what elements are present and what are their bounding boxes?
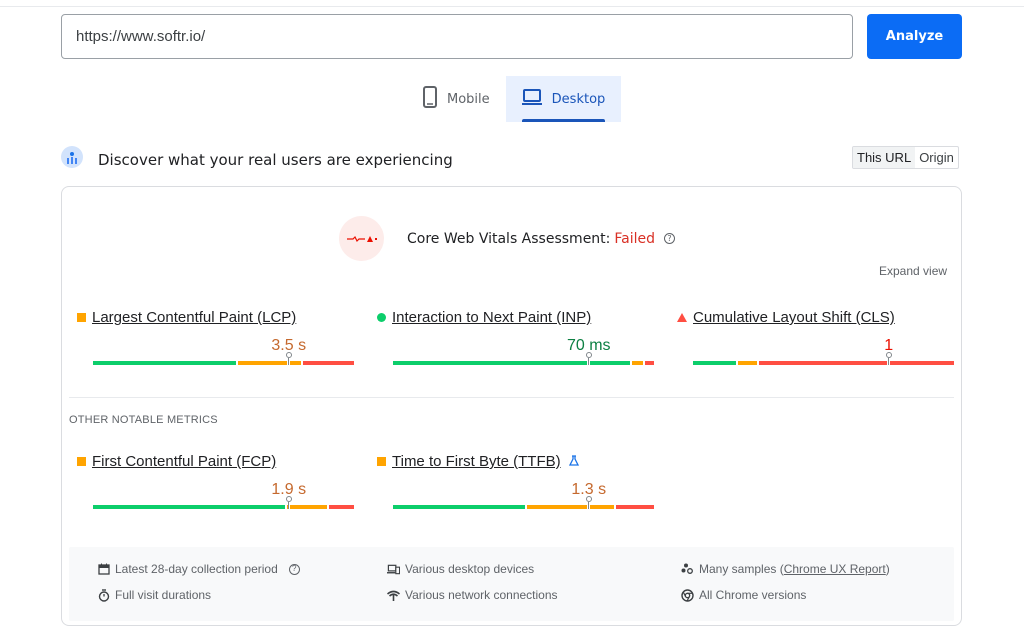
- distribution-segment-good: [693, 361, 736, 365]
- tab-mobile-label: Mobile: [447, 92, 490, 107]
- devices-icon: [387, 563, 400, 576]
- metric-ttfb-link[interactable]: Time to First Byte (TTFB): [392, 453, 561, 470]
- distribution-segment-poor: [329, 505, 354, 509]
- chrome-icon: [681, 589, 694, 602]
- samples-info: Many samples (Chrome UX Report): [681, 562, 890, 576]
- samples-text: Many samples (Chrome UX Report): [699, 562, 890, 576]
- metric-lcp-link[interactable]: Largest Contentful Paint (LCP): [92, 309, 296, 326]
- p75-marker: [286, 352, 292, 365]
- metric-cls: Cumulative Layout Shift (CLS) 1: [693, 309, 954, 326]
- smartphone-icon: [423, 86, 437, 112]
- experimental-flask-icon[interactable]: [569, 455, 579, 469]
- distribution-segment-good: [590, 361, 629, 365]
- help-icon[interactable]: ?: [289, 564, 300, 575]
- url-input[interactable]: [61, 14, 853, 59]
- samples-prefix: Many samples (: [699, 562, 784, 576]
- network-info: Various network connections: [387, 588, 558, 602]
- devices-info: Various desktop devices: [387, 562, 534, 576]
- distribution-segment-poor: [616, 505, 654, 509]
- needs-improvement-square-icon: [377, 457, 386, 466]
- good-circle-icon: [377, 313, 386, 322]
- metric-inp-distribution-bar: [393, 361, 654, 365]
- tab-desktop[interactable]: Desktop: [506, 76, 622, 122]
- chrome-ux-report-link[interactable]: Chrome UX Report: [784, 562, 886, 576]
- device-tabs: Mobile Desktop: [407, 76, 621, 122]
- stopwatch-icon: [97, 589, 110, 602]
- distribution-segment-good: [93, 361, 236, 365]
- metric-lcp-distribution-bar: [93, 361, 354, 365]
- tab-desktop-label: Desktop: [552, 92, 606, 107]
- metric-cls-link[interactable]: Cumulative Layout Shift (CLS): [693, 309, 895, 326]
- samples-suffix: ): [886, 562, 890, 576]
- distribution-segment-needs-improvement: [738, 361, 757, 365]
- devices-text: Various desktop devices: [405, 562, 534, 576]
- network-text: Various network connections: [405, 588, 558, 602]
- assessment-status: Failed: [614, 231, 655, 247]
- section-divider: [69, 397, 954, 398]
- scope-this-url[interactable]: This URL: [853, 147, 915, 168]
- data-info-footer: [69, 547, 954, 621]
- poor-triangle-icon: [677, 313, 687, 322]
- distribution-segment-needs-improvement: [290, 505, 327, 509]
- distribution-segment-needs-improvement: [290, 361, 301, 365]
- wifi-icon: [387, 589, 400, 602]
- field-data-title: Discover what your real users are experi…: [98, 151, 453, 169]
- assessment-title: Core Web Vitals Assessment:: [407, 231, 610, 247]
- chrome-versions-info: All Chrome versions: [681, 588, 806, 602]
- metric-fcp: First Contentful Paint (FCP) 1.9 s: [93, 453, 354, 470]
- distribution-segment-good: [93, 505, 285, 509]
- metric-cls-distribution-bar: [693, 361, 954, 365]
- calendar-icon: [97, 563, 110, 576]
- distribution-segment-poor: [890, 361, 954, 365]
- needs-improvement-square-icon: [77, 313, 86, 322]
- distribution-segment-needs-improvement: [238, 361, 288, 365]
- other-metrics-title: OTHER NOTABLE METRICS: [69, 414, 218, 426]
- distribution-segment-poor: [645, 361, 654, 365]
- distribution-segment-good: [393, 505, 525, 509]
- cwv-assessment: Core Web Vitals Assessment:Failed?: [339, 216, 675, 261]
- distribution-segment-needs-improvement: [527, 505, 587, 509]
- p75-marker: [586, 496, 592, 509]
- distribution-segment-poor: [303, 361, 354, 365]
- p75-marker: [286, 496, 292, 509]
- p75-marker: [586, 352, 592, 365]
- p75-marker: [886, 352, 892, 365]
- distribution-segment-needs-improvement: [632, 361, 643, 365]
- metric-fcp-link[interactable]: First Contentful Paint (FCP): [92, 453, 276, 470]
- needs-improvement-square-icon: [77, 457, 86, 466]
- analyze-button[interactable]: Analyze: [867, 14, 962, 59]
- scope-origin[interactable]: Origin: [915, 147, 958, 168]
- collection-period-text: Latest 28-day collection period: [115, 562, 278, 576]
- distribution-segment-poor: [759, 361, 887, 365]
- metric-inp: Interaction to Next Paint (INP) 70 ms: [393, 309, 654, 326]
- metric-inp-link[interactable]: Interaction to Next Paint (INP): [392, 309, 591, 326]
- failed-assessment-icon: [339, 216, 384, 261]
- assessment-label: Core Web Vitals Assessment:Failed?: [407, 231, 675, 247]
- crux-users-icon: [61, 146, 83, 173]
- visit-durations-text: Full visit durations: [115, 588, 211, 602]
- expand-view-link[interactable]: Expand view: [879, 264, 947, 278]
- scope-toggle: This URL Origin: [852, 146, 959, 169]
- metric-lcp: Largest Contentful Paint (LCP) 3.5 s: [93, 309, 354, 326]
- samples-icon: [681, 563, 694, 576]
- collection-period-info: Latest 28-day collection period ?: [97, 562, 300, 576]
- field-data-header: Discover what your real users are experi…: [61, 146, 453, 173]
- chrome-versions-text: All Chrome versions: [699, 588, 806, 602]
- distribution-segment-good: [393, 361, 587, 365]
- laptop-icon: [522, 89, 542, 109]
- help-icon[interactable]: ?: [664, 233, 675, 244]
- metric-fcp-distribution-bar: [93, 505, 354, 509]
- distribution-segment-needs-improvement: [590, 505, 614, 509]
- top-divider: [0, 6, 1024, 7]
- metric-ttfb-distribution-bar: [393, 505, 654, 509]
- visit-durations-info: Full visit durations: [97, 588, 211, 602]
- tab-mobile[interactable]: Mobile: [407, 76, 506, 122]
- metric-ttfb: Time to First Byte (TTFB) 1.3 s: [393, 453, 654, 470]
